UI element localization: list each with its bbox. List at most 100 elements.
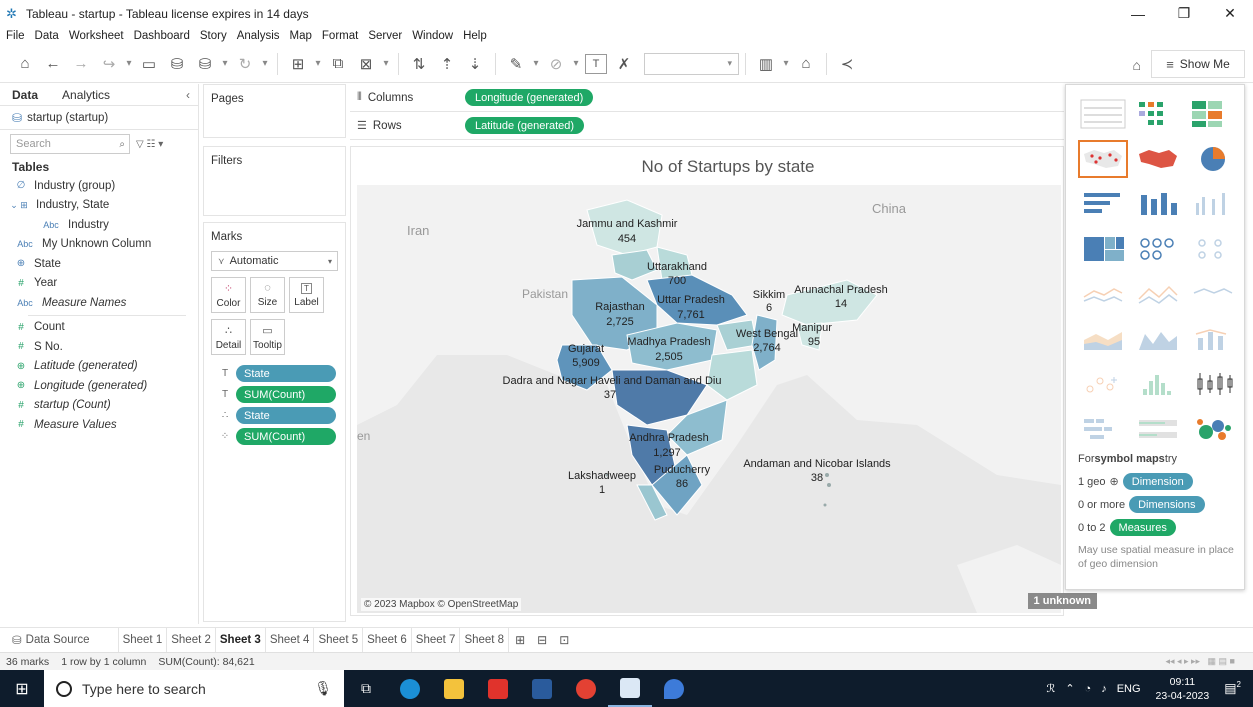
bullet-graph-icon[interactable] xyxy=(1133,410,1183,448)
tab-sheet-5[interactable]: Sheet 5 xyxy=(314,627,364,652)
dual-combination-icon[interactable] xyxy=(1188,320,1238,358)
tab-sheet-3[interactable]: Sheet 3 xyxy=(215,627,266,652)
language-indicator[interactable]: ENG xyxy=(1117,683,1141,695)
tooltip-button[interactable]: ▭ Tooltip xyxy=(250,319,285,355)
field-item[interactable]: # startup (Count) xyxy=(0,396,198,416)
network-icon[interactable]: ◔ xyxy=(1085,683,1092,695)
chevron-down-icon[interactable]: ▾ xyxy=(313,51,323,77)
latitude-pill[interactable]: Latitude (generated) xyxy=(465,117,585,134)
field-item[interactable]: # Year xyxy=(0,274,198,294)
mark-type-select[interactable]: ⋎ Automatic ▾ xyxy=(211,251,338,271)
heat-map-icon[interactable] xyxy=(1133,95,1183,133)
mark-pill[interactable]: State xyxy=(236,407,336,424)
horizontal-bars-icon[interactable] xyxy=(1078,185,1128,223)
filters-shelf[interactable]: Filters xyxy=(203,146,346,216)
pages-shelf[interactable]: Pages xyxy=(203,84,346,138)
tableau-taskbar-icon[interactable] xyxy=(608,670,652,707)
duplicate-sheet-icon[interactable]: ⧉ xyxy=(327,51,349,77)
taskbar-search-input[interactable]: Type here to search 🎙 xyxy=(44,670,344,707)
treemap-icon[interactable] xyxy=(1078,230,1128,268)
search-input[interactable]: Search ⌕ xyxy=(10,134,130,154)
save-icon[interactable]: ▭ xyxy=(138,51,160,77)
field-item[interactable]: Abc Measure Names xyxy=(0,293,198,313)
paint-icon[interactable] xyxy=(652,670,696,707)
text-table-icon[interactable] xyxy=(1078,95,1128,133)
home-icon[interactable]: ⌂ xyxy=(14,51,36,77)
filter-icon[interactable]: ▽ ☷ ▾ xyxy=(136,139,163,150)
chevron-down-icon[interactable]: ▾ xyxy=(571,51,581,77)
chevron-down-icon[interactable]: ▾ xyxy=(781,51,791,77)
chrome-icon[interactable] xyxy=(564,670,608,707)
field-item[interactable]: ⌄ ⊞ Industry, State xyxy=(0,196,198,216)
field-item[interactable]: Abc My Unknown Column xyxy=(0,235,198,255)
chevron-down-icon[interactable]: ▾ xyxy=(531,51,541,77)
field-item[interactable]: # Measure Values xyxy=(0,415,198,435)
mark-pill[interactable]: SUM(Count) xyxy=(236,386,336,403)
color-button[interactable]: ⁘ Color xyxy=(211,277,246,313)
detail-button[interactable]: ∴ Detail xyxy=(211,319,246,355)
menu-map[interactable]: Map xyxy=(290,30,312,42)
chevron-down-icon[interactable]: ▾ xyxy=(381,51,391,77)
mark-pill[interactable]: SUM(Count) xyxy=(236,428,336,445)
stacked-bars-icon[interactable] xyxy=(1133,185,1183,223)
highlight-icon[interactable]: ✎ xyxy=(505,51,527,77)
new-worksheet-icon[interactable]: ⊞ xyxy=(509,633,531,647)
tab-sheet-1[interactable]: Sheet 1 xyxy=(119,627,168,652)
menu-analysis[interactable]: Analysis xyxy=(237,30,280,42)
data-source-tab[interactable]: ⛁ Data Source xyxy=(0,627,119,652)
sheet-navigation-icons[interactable]: ◂◂ ◂ ▸ ▸▸ ▦ ▤ ■ xyxy=(1165,656,1235,667)
pin-icon[interactable]: ⌂ xyxy=(1133,57,1141,73)
edge-icon[interactable] xyxy=(388,670,432,707)
unknown-badge[interactable]: 1 unknown xyxy=(1027,593,1097,609)
chevron-down-icon[interactable]: ▾ xyxy=(260,51,270,77)
clear-sheet-icon[interactable]: ⊠ xyxy=(355,51,377,77)
people-icon[interactable]: ℛ xyxy=(1047,682,1056,695)
new-datasource-icon[interactable]: ⛁ xyxy=(166,51,188,77)
chevron-down-icon[interactable]: ▾ xyxy=(220,51,230,77)
dual-lines-icon[interactable] xyxy=(1188,275,1238,313)
gantt-chart-icon[interactable] xyxy=(1078,410,1128,448)
longitude-pill[interactable]: Longitude (generated) xyxy=(465,89,594,106)
show-me-button[interactable]: ≡ Show Me xyxy=(1151,50,1245,78)
tab-sheet-8[interactable]: Sheet 8 xyxy=(460,627,510,652)
back-icon[interactable]: ← xyxy=(42,51,64,77)
tray-chevron-icon[interactable]: ⌃ xyxy=(1065,682,1074,695)
field-item[interactable]: Abc Industry xyxy=(0,215,198,235)
group-members-icon[interactable]: ⊘ xyxy=(545,51,567,77)
menu-file[interactable]: File xyxy=(6,30,25,42)
microphone-icon[interactable]: 🎙 xyxy=(314,680,332,697)
file-explorer-icon[interactable] xyxy=(432,670,476,707)
anydesk-icon[interactable] xyxy=(476,670,520,707)
vscode-icon[interactable] xyxy=(520,670,564,707)
field-item[interactable]: # S No. xyxy=(0,337,198,357)
continuous-lines-icon[interactable] xyxy=(1078,275,1128,313)
scatter-plot-icon[interactable] xyxy=(1078,365,1128,403)
windows-start-icon[interactable]: ⊞ xyxy=(0,670,44,707)
histogram-icon[interactable] xyxy=(1133,365,1183,403)
filled-map-icon[interactable] xyxy=(1133,140,1183,178)
fix-axes-icon[interactable]: ✗ xyxy=(613,51,635,77)
minimize-icon[interactable]: — xyxy=(1115,0,1161,27)
menu-server[interactable]: Server xyxy=(368,30,402,42)
menu-story[interactable]: Story xyxy=(200,30,227,42)
side-by-side-circles-icon[interactable] xyxy=(1188,230,1238,268)
label-button[interactable]: T Label xyxy=(289,277,324,313)
notification-icon[interactable]: ▤2 xyxy=(1224,680,1241,696)
datasource-item[interactable]: ⛁ startup (startup) xyxy=(0,106,198,130)
mark-pill[interactable]: State xyxy=(236,365,336,382)
sort-ascending-icon[interactable]: ⇡ xyxy=(436,51,458,77)
discrete-lines-icon[interactable] xyxy=(1133,275,1183,313)
collapse-icon[interactable]: ‹ xyxy=(186,88,198,102)
rows-shelf[interactable]: ☰ Rows Latitude (generated) xyxy=(350,112,1064,140)
map-canvas[interactable]: China Iran Pakistan en Jammu and Kashmir… xyxy=(357,185,1061,613)
field-item[interactable]: ∅ Industry (group) xyxy=(0,176,198,196)
box-whisker-icon[interactable] xyxy=(1188,365,1238,403)
new-story-icon[interactable]: ⊡ xyxy=(553,633,575,647)
packed-bubbles-icon[interactable] xyxy=(1188,410,1238,448)
menu-format[interactable]: Format xyxy=(322,30,358,42)
swap-rows-columns-icon[interactable]: ⇅ xyxy=(408,51,430,77)
highlight-table-icon[interactable] xyxy=(1188,95,1238,133)
field-item[interactable]: ⊕ Longitude (generated) xyxy=(0,376,198,396)
sort-descending-icon[interactable]: ⇣ xyxy=(464,51,486,77)
volume-icon[interactable]: ♪ xyxy=(1101,683,1107,695)
